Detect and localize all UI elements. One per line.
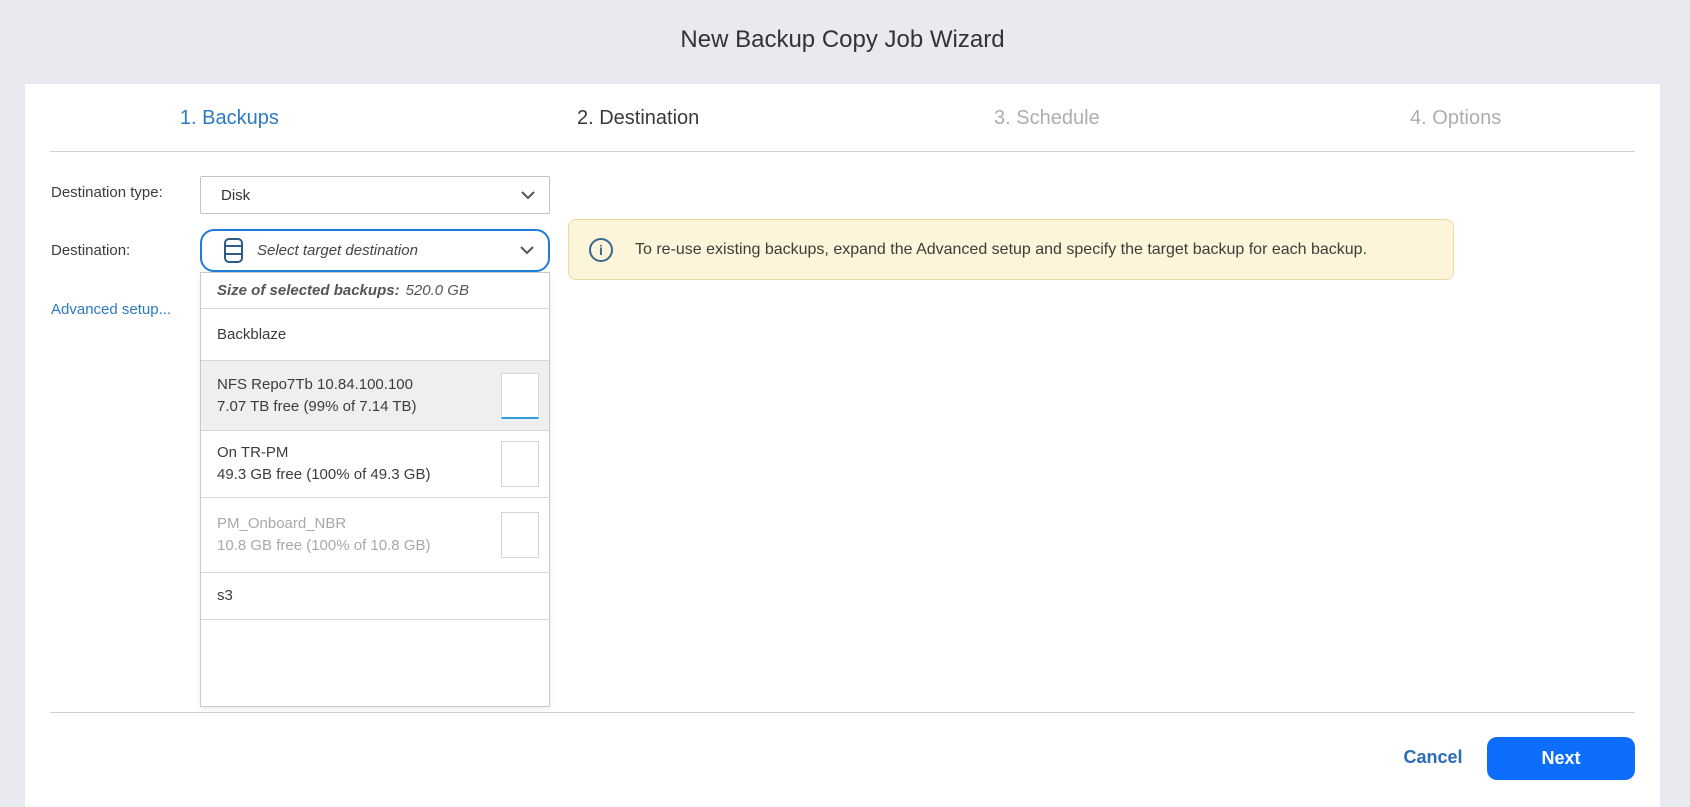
dropdown-empty-area: [201, 620, 549, 706]
destination-dropdown-panel: Size of selected backups: 520.0 GB Backb…: [200, 272, 550, 707]
selected-backups-size-label: Size of selected backups:: [217, 282, 400, 299]
page-title: New Backup Copy Job Wizard: [25, 26, 1660, 54]
item-free-space: 7.07 TB free (99% of 7.14 TB): [217, 396, 501, 418]
destination-placeholder: Select target destination: [243, 242, 520, 259]
item-name: On TR-PM: [217, 442, 501, 464]
step-backups[interactable]: 1. Backups: [25, 107, 434, 130]
info-banner-text: To re-use existing backups, expand the A…: [635, 241, 1367, 259]
target-backup-box[interactable]: [501, 441, 539, 487]
chevron-down-icon: [521, 191, 535, 200]
cancel-button[interactable]: Cancel: [1373, 747, 1493, 768]
info-banner: i To re-use existing backups, expand the…: [568, 219, 1454, 280]
advanced-setup-link[interactable]: Advanced setup...: [51, 301, 171, 318]
item-free-space: 49.3 GB free (100% of 49.3 GB): [217, 464, 501, 486]
wizard-card: 1. Backups 2. Destination 3. Schedule 4.…: [25, 84, 1660, 807]
item-name: s3: [217, 585, 533, 607]
selected-backups-size: Size of selected backups: 520.0 GB: [201, 273, 549, 309]
dropdown-item-on-tr-pm[interactable]: On TR-PM 49.3 GB free (100% of 49.3 GB): [201, 431, 549, 498]
destination-label: Destination:: [51, 242, 130, 259]
wizard-steps: 1. Backups 2. Destination 3. Schedule 4.…: [25, 84, 1660, 152]
step-options: 4. Options: [1251, 107, 1660, 130]
destination-type-select[interactable]: Disk: [200, 176, 550, 214]
destination-type-value: Disk: [221, 187, 521, 204]
step-schedule: 3. Schedule: [843, 107, 1252, 130]
footer-divider: [50, 712, 1635, 713]
target-backup-box[interactable]: [501, 512, 539, 558]
selected-backups-size-value: 520.0 GB: [406, 282, 469, 299]
target-backup-box[interactable]: [501, 373, 539, 419]
item-name: PM_Onboard_NBR: [217, 513, 501, 535]
chevron-down-icon: [520, 246, 534, 255]
info-icon: i: [589, 238, 613, 262]
next-button[interactable]: Next: [1487, 737, 1635, 780]
destination-type-label: Destination type:: [51, 184, 163, 201]
item-name: NFS Repo7Tb 10.84.100.100: [217, 374, 501, 396]
item-name: Backblaze: [217, 324, 533, 346]
step-destination: 2. Destination: [434, 107, 843, 130]
dropdown-item-pm-onboard-nbr[interactable]: PM_Onboard_NBR 10.8 GB free (100% of 10.…: [201, 498, 549, 573]
dropdown-item-s3[interactable]: s3: [201, 573, 549, 620]
dropdown-item-backblaze[interactable]: Backblaze: [201, 309, 549, 361]
dropdown-item-nfs-repo[interactable]: NFS Repo7Tb 10.84.100.100 7.07 TB free (…: [201, 361, 549, 431]
item-free-space: 10.8 GB free (100% of 10.8 GB): [217, 535, 501, 557]
repository-icon: [224, 238, 243, 263]
destination-select[interactable]: Select target destination: [200, 229, 550, 272]
